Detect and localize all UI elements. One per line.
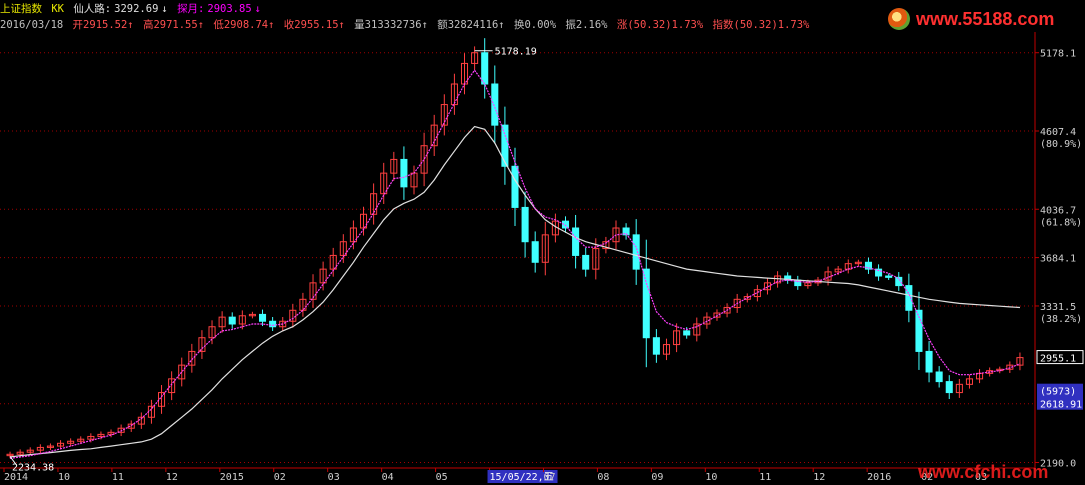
x-tick-label: 11 — [112, 472, 124, 483]
candle-body — [864, 261, 872, 270]
candle-body — [925, 350, 933, 373]
y-tick-label: 4036.7 — [1040, 205, 1076, 216]
current-price-label: 2955.1 — [1040, 354, 1076, 365]
candle-body — [582, 254, 590, 270]
y-tick-pct: (61.8%) — [1040, 217, 1082, 228]
y-tick-label: 3331.5 — [1040, 302, 1076, 313]
x-tick-label: 10 — [705, 472, 717, 483]
candle-body — [258, 313, 267, 322]
candle-body — [652, 337, 660, 355]
candle-body — [632, 234, 640, 270]
candle-body — [501, 124, 509, 167]
candle-body — [228, 316, 236, 325]
candle-body — [572, 227, 580, 256]
y-tick-label: 5178.1 — [1040, 49, 1076, 60]
x-tick-label: 11 — [759, 472, 771, 483]
candle-body — [683, 330, 691, 336]
candle-body — [400, 158, 408, 188]
peak-annotation: 5178.19 — [495, 47, 537, 58]
bottom-marker-pct: (5973) — [1040, 387, 1076, 398]
x-tick-label: 05 — [436, 472, 448, 483]
y-tick-label: 3684.1 — [1040, 254, 1076, 265]
x-tick-label: 04 — [382, 472, 394, 483]
x-tick-label: 12 — [166, 472, 178, 483]
x-tick-label: 2016 — [867, 472, 891, 483]
x-tick-label: 09 — [651, 472, 663, 483]
y-tick-pct: (80.9%) — [1040, 139, 1082, 150]
bottom-marker-label: 2618.91 — [1040, 400, 1082, 411]
candle-body — [935, 371, 943, 383]
y-tick-pct: (38.2%) — [1040, 314, 1082, 325]
candle-body — [511, 165, 519, 208]
watermark: www.cfchi.com — [918, 462, 1049, 482]
candle-body — [531, 241, 539, 263]
candle-body — [491, 83, 499, 126]
candle-body — [885, 275, 893, 278]
x-tick-label: 2014 — [4, 472, 28, 483]
x-tick-label: 12 — [813, 472, 825, 483]
x-tick-label: 03 — [328, 472, 340, 483]
y-tick-label: 4607.4 — [1040, 127, 1076, 138]
x-tick-label: 08 — [597, 472, 609, 483]
candle-body — [521, 206, 529, 243]
x-tick-label: 07 — [543, 472, 555, 483]
candlestick-chart[interactable]: 5178.1 4607.4(80.9%) 4036.7(61.8%) 3684.1 33… — [0, 0, 1085, 485]
x-tick-label: 2015 — [220, 472, 244, 483]
x-tick-label: 10 — [58, 472, 70, 483]
candle-body — [895, 276, 903, 287]
candle-body — [945, 381, 953, 394]
candle-body — [642, 268, 650, 339]
candle-body — [481, 52, 489, 85]
x-tick-label: 02 — [274, 472, 286, 483]
